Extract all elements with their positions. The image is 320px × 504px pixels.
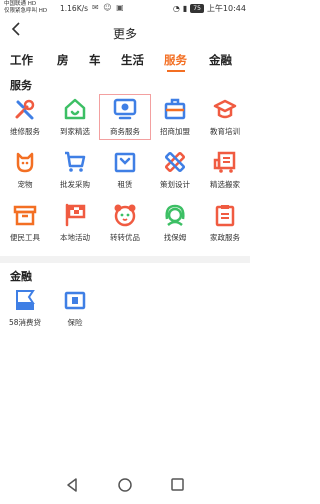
notification-icon: ✉	[92, 3, 100, 12]
tab-service[interactable]: 服务	[164, 52, 187, 68]
graduation-cap-icon	[213, 97, 237, 121]
rental-bag-icon	[113, 150, 137, 174]
service-item-local-events[interactable]: 本地活动	[50, 203, 100, 247]
page-header: 更多	[0, 18, 250, 48]
active-tab-indicator	[167, 70, 185, 72]
housekeeping-clipboard-icon	[213, 203, 237, 227]
item-label: 家政服务	[210, 233, 240, 242]
baby-icon: ☺	[103, 3, 113, 12]
signal-icon: ▮	[182, 4, 188, 13]
net-speed: 1.16K/s	[60, 4, 89, 13]
carrier-info: 中国联通 HD 仅限紧急呼叫 HD	[4, 1, 47, 15]
repair-tools-icon	[13, 97, 37, 121]
business-monitor-icon	[113, 97, 137, 121]
service-item-wholesale[interactable]: 批发采购	[50, 150, 100, 194]
service-item-moving[interactable]: 精选搬家	[200, 150, 250, 194]
pet-dog-icon	[13, 150, 37, 174]
briefcase-icon	[163, 97, 187, 121]
service-item-business[interactable]: 商务服务	[99, 94, 151, 140]
status-icons: ✉ ☺ ▣	[92, 3, 125, 12]
carrier-line-2: 仅限紧急呼叫 HD	[4, 8, 48, 14]
toolbox-icon	[13, 203, 37, 227]
status-bar: 中国联通 HD 仅限紧急呼叫 HD 1.16K/s ✉ ☺ ▣ ◔ ▮ 75 上…	[0, 0, 250, 18]
service-item-franchise[interactable]: 招商加盟	[150, 97, 200, 141]
nav-home-icon[interactable]	[118, 478, 132, 492]
service-item-housekeeping[interactable]: 家政服务	[200, 203, 250, 247]
battery-icon: 75	[190, 4, 204, 13]
shopping-cart-icon	[63, 150, 87, 174]
item-label: 保险	[67, 318, 83, 327]
panda-icon	[113, 203, 137, 227]
item-label: 精选搬家	[210, 180, 240, 189]
moving-truck-icon	[213, 150, 237, 174]
section-title-finance: 金融	[10, 270, 32, 283]
category-tabs: 工作 房 车 生活 服务 金融	[0, 52, 250, 72]
service-item-rental[interactable]: 租赁	[100, 150, 150, 194]
service-item-zhuanzhuan[interactable]: 转转优品	[100, 203, 150, 247]
nav-recents-icon[interactable]	[171, 478, 184, 491]
nanny-icon	[163, 203, 187, 227]
service-item-nanny[interactable]: 找保姆	[150, 203, 200, 247]
item-label: 教育培训	[210, 127, 240, 136]
tab-car[interactable]: 车	[89, 52, 101, 68]
home-check-icon	[63, 97, 87, 121]
service-item-education[interactable]: 教育培训	[200, 97, 250, 141]
insurance-icon	[63, 288, 87, 312]
app-icon: ▣	[116, 3, 125, 12]
nav-back-icon[interactable]	[67, 478, 77, 492]
service-item-design[interactable]: 策划设计	[150, 150, 200, 194]
consumer-loan-icon	[13, 288, 37, 312]
tab-finance[interactable]: 金融	[209, 52, 232, 68]
section-title-service: 服务	[10, 79, 32, 92]
status-right: ◔ ▮ 75 上午10:44	[173, 3, 246, 14]
design-ruler-icon	[163, 150, 187, 174]
finance-item-consumer-loan[interactable]: 58消费贷	[0, 288, 50, 332]
carrier-line-1: 中国联通 HD	[4, 1, 37, 7]
tab-work[interactable]: 工作	[10, 52, 33, 68]
event-flag-icon	[63, 203, 87, 227]
service-item-pet[interactable]: 宠物	[0, 150, 50, 194]
finance-item-insurance[interactable]: 保险	[50, 288, 100, 332]
tab-life[interactable]: 生活	[121, 52, 144, 68]
service-item-repair[interactable]: 维修服务	[0, 97, 50, 141]
page-title: 更多	[112, 27, 137, 41]
section-divider	[0, 256, 250, 263]
wifi-icon: ◔	[172, 4, 180, 13]
clock: 上午10:44	[206, 4, 246, 13]
android-nav-bar	[0, 470, 250, 500]
service-item-tools[interactable]: 便民工具	[0, 203, 50, 247]
service-item-home-select[interactable]: 到家精选	[50, 97, 100, 141]
tab-house[interactable]: 房	[57, 52, 69, 68]
